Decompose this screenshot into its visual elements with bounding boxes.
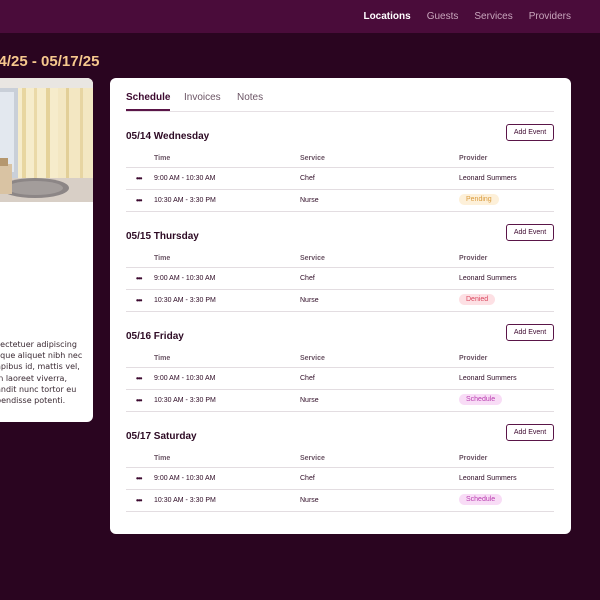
tab-notes[interactable]: Notes xyxy=(237,92,263,109)
column-header-provider: Provider xyxy=(459,355,488,362)
cell-service: Nurse xyxy=(300,197,319,204)
row-menu-icon[interactable]: ••• xyxy=(136,474,142,483)
cell-time: 10:30 AM - 3:30 PM xyxy=(154,497,216,504)
cell-service: Chef xyxy=(300,175,315,182)
column-header-service: Service xyxy=(300,355,325,362)
status-badge: Schedule xyxy=(459,394,503,405)
day-title: 05/16 Friday xyxy=(126,331,184,342)
row-menu-icon[interactable]: ••• xyxy=(136,396,142,405)
day-title: 05/14 Wednesday xyxy=(126,131,210,142)
cell-service: Chef xyxy=(300,275,315,282)
row-menu-icon[interactable]: ••• xyxy=(136,174,142,183)
cell-service: Nurse xyxy=(300,497,319,504)
row-divider xyxy=(126,511,554,512)
column-header-service: Service xyxy=(300,455,325,462)
cell-service: Nurse xyxy=(300,297,319,304)
status-badge: Pending xyxy=(459,194,499,205)
row-divider xyxy=(126,489,554,490)
column-header-time: Time xyxy=(154,355,171,362)
add-event-button[interactable]: Add Event xyxy=(506,324,554,341)
nav-item-services[interactable]: Services xyxy=(474,11,512,22)
main-nav: Locations Guests Services Providers xyxy=(347,11,571,22)
row-divider xyxy=(126,411,554,412)
row-divider xyxy=(126,211,554,212)
add-event-button[interactable]: Add Event xyxy=(506,424,554,441)
row-menu-icon[interactable]: ••• xyxy=(136,374,142,383)
cell-time: 9:00 AM - 10:30 AM xyxy=(154,375,216,382)
column-header-time: Time xyxy=(154,255,171,262)
cell-time: 10:30 AM - 3:30 PM xyxy=(154,197,216,204)
cell-time: 10:30 AM - 3:30 PM xyxy=(154,297,216,304)
cell-provider: Leonard Summers xyxy=(459,175,517,182)
nav-item-providers[interactable]: Providers xyxy=(529,11,571,22)
row-divider xyxy=(126,389,554,390)
cell-service: Chef xyxy=(300,475,315,482)
row-divider xyxy=(126,267,554,268)
row-menu-icon[interactable]: ••• xyxy=(136,274,142,283)
row-divider xyxy=(126,167,554,168)
cell-provider: Leonard Summers xyxy=(459,475,517,482)
row-divider xyxy=(126,311,554,312)
cell-service: Chef xyxy=(300,375,315,382)
tab-bar: Schedule Invoices Notes xyxy=(126,92,554,112)
row-menu-icon[interactable]: ••• xyxy=(136,196,142,205)
column-header-provider: Provider xyxy=(459,155,488,162)
page-title: /14/25 - 05/17/25 xyxy=(0,53,100,70)
column-header-service: Service xyxy=(300,155,325,162)
nav-item-locations[interactable]: Locations xyxy=(363,11,410,22)
row-divider xyxy=(126,189,554,190)
nav-item-guests[interactable]: Guests xyxy=(427,11,459,22)
location-description: sectetuer adipiscing sque aliquet nibh n… xyxy=(0,340,83,406)
column-header-provider: Provider xyxy=(459,255,488,262)
row-divider xyxy=(126,289,554,290)
row-divider xyxy=(126,367,554,368)
row-menu-icon[interactable]: ••• xyxy=(136,296,142,305)
row-menu-icon[interactable]: ••• xyxy=(136,496,142,505)
status-badge: Denied xyxy=(459,294,496,305)
cell-time: 9:00 AM - 10:30 AM xyxy=(154,175,216,182)
tab-invoices[interactable]: Invoices xyxy=(184,92,221,109)
cell-time: 10:30 AM - 3:30 PM xyxy=(154,397,216,404)
add-event-button[interactable]: Add Event xyxy=(506,124,554,141)
top-navigation-bar: Locations Guests Services Providers xyxy=(0,0,600,33)
column-header-provider: Provider xyxy=(459,455,488,462)
location-card: sectetuer adipiscing sque aliquet nibh n… xyxy=(0,78,93,422)
cell-time: 9:00 AM - 10:30 AM xyxy=(154,275,216,282)
cell-provider: Leonard Summers xyxy=(459,375,517,382)
schedule-card: Schedule Invoices Notes 05/14 Wednesday A… xyxy=(110,78,571,534)
cell-time: 9:00 AM - 10:30 AM xyxy=(154,475,216,482)
room-photo xyxy=(0,78,93,202)
day-title: 05/17 Saturday xyxy=(126,431,197,442)
cell-provider: Leonard Summers xyxy=(459,275,517,282)
day-title: 05/15 Thursday xyxy=(126,231,199,242)
column-header-time: Time xyxy=(154,455,171,462)
cell-service: Nurse xyxy=(300,397,319,404)
column-header-time: Time xyxy=(154,155,171,162)
add-event-button[interactable]: Add Event xyxy=(506,224,554,241)
tab-schedule[interactable]: Schedule xyxy=(126,92,171,111)
column-header-service: Service xyxy=(300,255,325,262)
row-divider xyxy=(126,467,554,468)
status-badge: Schedule xyxy=(459,494,503,505)
